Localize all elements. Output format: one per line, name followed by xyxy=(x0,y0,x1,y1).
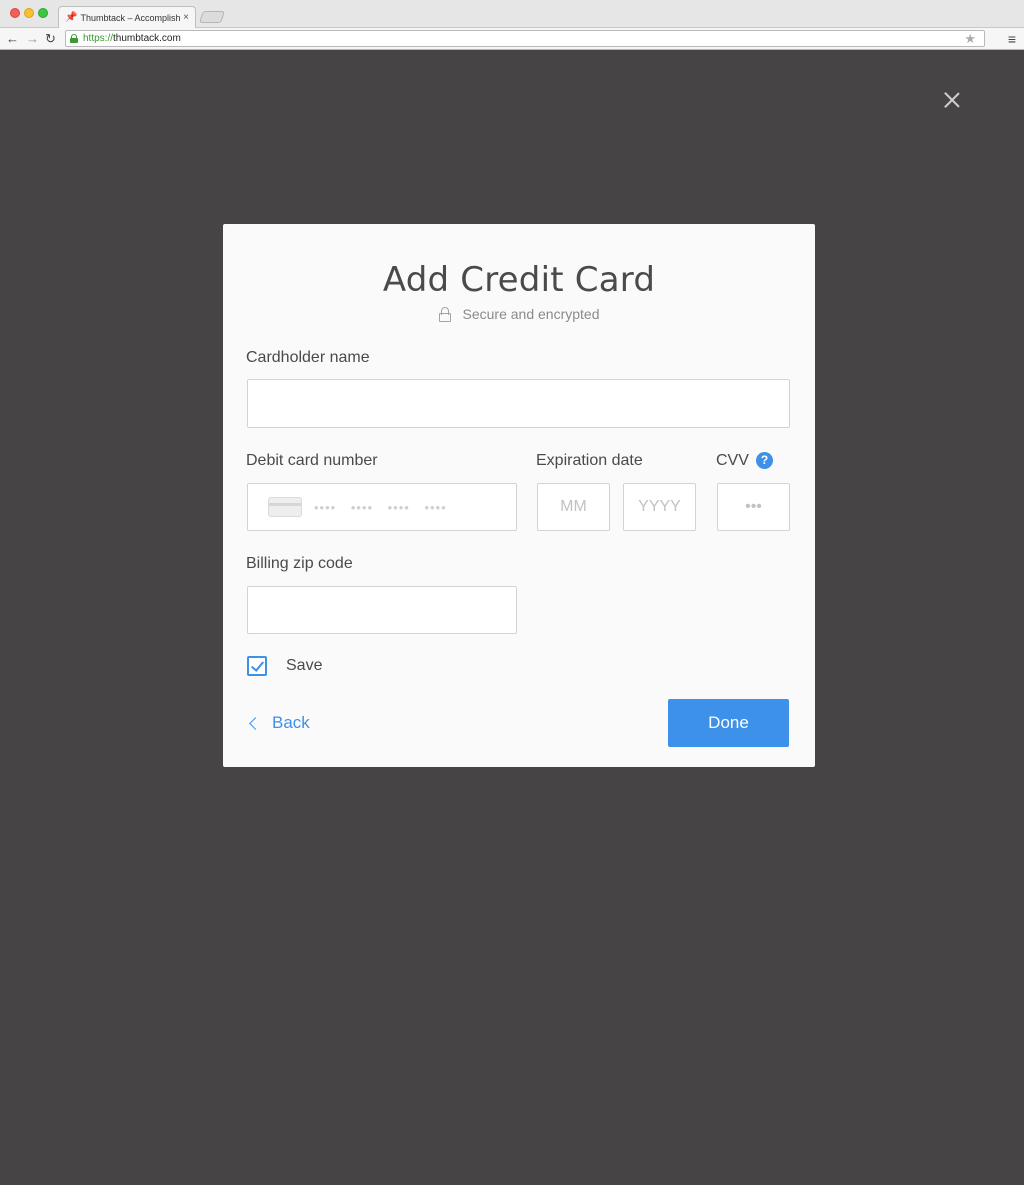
browser-tab[interactable]: 📌 Thumbtack – Accomplish × xyxy=(58,6,196,28)
forward-arrow-icon[interactable]: → xyxy=(26,30,39,48)
url-text: https://thumbtack.com xyxy=(83,33,181,44)
window-zoom-button[interactable] xyxy=(38,8,48,18)
close-icon[interactable] xyxy=(940,88,964,112)
pushpin-icon: 📌 xyxy=(65,12,78,23)
browser-toolbar: ← → ↻ https://thumbtack.com ★ ≡ xyxy=(0,28,1024,50)
back-arrow-icon[interactable]: ← xyxy=(6,30,19,48)
done-button[interactable]: Done xyxy=(668,699,789,747)
chevron-left-icon xyxy=(249,716,262,730)
window-close-button[interactable] xyxy=(10,8,20,18)
expiration-year-input[interactable] xyxy=(623,483,696,531)
window-minimize-button[interactable] xyxy=(24,8,34,18)
billing-zip-input[interactable] xyxy=(247,586,517,634)
new-tab-button[interactable] xyxy=(199,11,225,23)
card-number-placeholder: •••• •••• •••• •••• xyxy=(314,499,447,515)
expiration-month-input[interactable] xyxy=(537,483,610,531)
bookmark-star-icon[interactable]: ★ xyxy=(964,31,976,47)
save-checkbox[interactable] xyxy=(247,656,267,676)
expiration-date-label: Expiration date xyxy=(536,452,643,469)
back-link[interactable]: Back xyxy=(247,713,310,733)
card-number-label: Debit card number xyxy=(246,452,378,469)
cardholder-name-label: Cardholder name xyxy=(246,349,370,366)
hamburger-menu-icon[interactable]: ≡ xyxy=(1008,30,1016,48)
save-label: Save xyxy=(286,657,323,674)
lock-icon xyxy=(438,306,451,322)
cardholder-name-input[interactable] xyxy=(247,379,790,428)
cvv-label: CVV xyxy=(716,452,749,469)
help-icon[interactable]: ? xyxy=(756,452,773,469)
credit-card-icon xyxy=(268,497,302,517)
tab-close-icon[interactable]: × xyxy=(183,12,189,23)
browser-tab-bar: 📌 Thumbtack – Accomplish × xyxy=(0,0,1024,28)
secure-lock-icon xyxy=(70,34,78,43)
billing-zip-label: Billing zip code xyxy=(246,555,353,572)
card-number-input[interactable]: •••• •••• •••• •••• xyxy=(247,483,517,531)
address-bar[interactable]: https://thumbtack.com ★ xyxy=(65,30,985,47)
cvv-input[interactable] xyxy=(717,483,790,531)
modal-title: Add Credit Card xyxy=(382,260,656,300)
secure-notice: Secure and encrypted xyxy=(223,306,815,322)
back-label: Back xyxy=(272,713,310,732)
secure-text: Secure and encrypted xyxy=(462,306,600,322)
add-credit-card-modal: Add Credit Card Secure and encrypted Car… xyxy=(223,224,815,767)
reload-icon[interactable]: ↻ xyxy=(45,30,56,48)
tab-title: Thumbtack – Accomplish xyxy=(80,12,181,23)
